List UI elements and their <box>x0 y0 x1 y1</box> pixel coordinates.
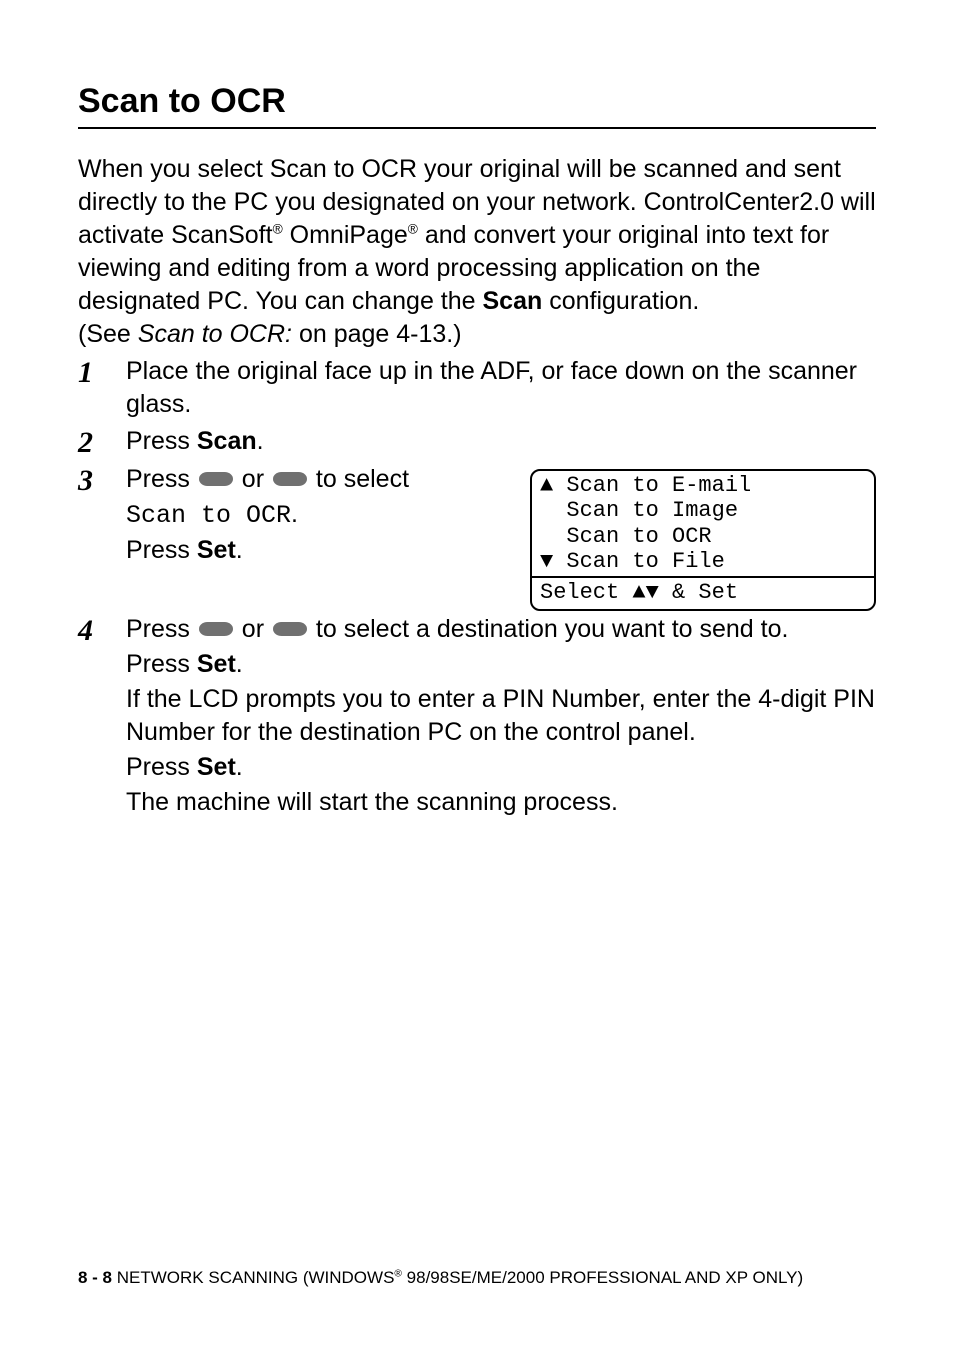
page-number: 8 - 8 <box>78 1268 112 1287</box>
footer-title-b: 98/98SE/ME/2000 PROFESSIONAL AND XP ONLY… <box>402 1268 803 1287</box>
to-select-a-label: to select a destination you want to send… <box>309 615 788 643</box>
press-label: Press <box>126 465 197 493</box>
set-button-label: Set <box>197 753 236 781</box>
down-arrow-icon <box>273 472 307 486</box>
lcd-row-4: ▼ Scan to File <box>540 549 866 574</box>
press-label: Press <box>126 536 197 564</box>
down-arrow-icon <box>273 622 307 636</box>
step-4-line2: Press Set. <box>126 648 876 681</box>
step-body: Place the original face up in the ADF, o… <box>126 355 876 423</box>
scan-to-ocr-mono: Scan to OCR <box>126 501 291 530</box>
lcd-row-2: Scan to Image <box>540 498 866 523</box>
lcd-row-1: ▲ Scan to E-mail <box>540 473 866 498</box>
step-number: 2 <box>78 425 126 461</box>
step-4-final: The machine will start the scanning proc… <box>126 786 876 819</box>
lcd-row-5: Select ▲▼ & Set <box>540 580 866 605</box>
step-3: 3 Press or to select Scan to OCR. Press … <box>78 463 876 611</box>
see-close: on page 4-13.) <box>292 320 462 348</box>
intro-text-4: configuration. <box>542 287 699 315</box>
period: . <box>291 500 298 528</box>
period: . <box>257 427 264 455</box>
period: . <box>236 753 243 781</box>
or-label: or <box>235 615 271 643</box>
period: . <box>236 536 243 564</box>
set-button-label: Set <box>197 650 236 678</box>
step-4-line1: Press or to select a destination you wan… <box>126 613 876 646</box>
step-4-line4: Press Set. <box>126 751 876 784</box>
period: . <box>236 650 243 678</box>
press-label: Press <box>126 427 197 455</box>
up-arrow-icon <box>199 472 233 486</box>
step-1-text: Place the original face up in the ADF, o… <box>126 355 876 421</box>
step-number: 3 <box>78 463 126 499</box>
lcd-screen: ▲ Scan to E-mail Scan to Image Scan to O… <box>530 469 876 611</box>
see-open: (See <box>78 320 138 348</box>
lcd-display: ▲ Scan to E-mail Scan to Image Scan to O… <box>530 469 876 611</box>
registered-icon: ® <box>394 1268 402 1279</box>
step-body: Press or to select a destination you wan… <box>126 613 876 821</box>
scan-bold: Scan <box>483 287 543 315</box>
step-4: 4 Press or to select a destination you w… <box>78 613 876 821</box>
step-3-line3: Press Set. <box>126 534 502 567</box>
step-4-pin: If the LCD prompts you to enter a PIN Nu… <box>126 683 876 749</box>
set-button-label: Set <box>197 536 236 564</box>
steps-list: 1 Place the original face up in the ADF,… <box>78 355 876 821</box>
step-2-text: Press Scan. <box>126 425 876 458</box>
registered-icon: ® <box>408 222 418 237</box>
step-3-line1: Press or to select <box>126 463 502 496</box>
lcd-menu: ▲ Scan to E-mail Scan to Image Scan to O… <box>532 471 874 576</box>
see-link: Scan to OCR: <box>138 320 292 348</box>
lcd-row-3: Scan to OCR <box>540 524 866 549</box>
step-number: 4 <box>78 613 126 649</box>
or-label: or <box>235 465 271 493</box>
up-arrow-icon <box>199 622 233 636</box>
footer-title-a: NETWORK SCANNING (WINDOWS <box>112 1268 394 1287</box>
step-1: 1 Place the original face up in the ADF,… <box>78 355 876 423</box>
intro-paragraph: When you select Scan to OCR your origina… <box>78 153 876 351</box>
step-3-line2: Scan to OCR. <box>126 498 502 532</box>
scan-button-label: Scan <box>197 427 257 455</box>
step-body: Press or to select Scan to OCR. Press Se… <box>126 463 876 611</box>
to-select-label: to select <box>309 465 409 493</box>
page-root: Scan to OCR When you select Scan to OCR … <box>0 0 954 1352</box>
step-number: 1 <box>78 355 126 391</box>
press-label: Press <box>126 615 197 643</box>
step-body: Press Scan. <box>126 425 876 460</box>
press-label: Press <box>126 650 197 678</box>
lcd-prompt: Select ▲▼ & Set <box>532 576 874 609</box>
press-label: Press <box>126 753 197 781</box>
step-3-left: Press or to select Scan to OCR. Press Se… <box>126 463 502 569</box>
intro-text-2: OmniPage <box>283 221 408 249</box>
step-2: 2 Press Scan. <box>78 425 876 461</box>
section-heading: Scan to OCR <box>78 82 876 129</box>
page-footer: 8 - 8 NETWORK SCANNING (WINDOWS® 98/98SE… <box>78 1268 803 1288</box>
registered-icon: ® <box>273 222 283 237</box>
